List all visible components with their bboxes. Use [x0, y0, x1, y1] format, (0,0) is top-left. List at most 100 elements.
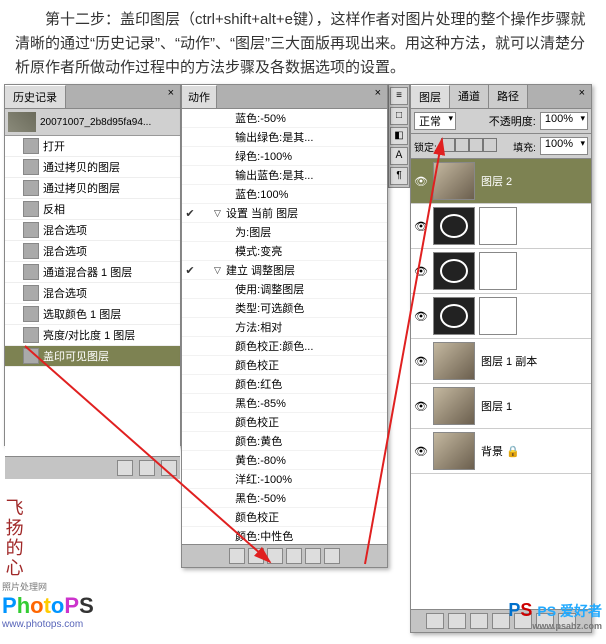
lock-option-icon[interactable]	[483, 138, 497, 152]
history-tab[interactable]: 历史记录	[5, 85, 66, 108]
action-step[interactable]: 绿色:-100%	[182, 147, 387, 166]
history-list[interactable]: 打开通过拷贝的图层通过拷贝的图层反相混合选项混合选项通道混合器 1 图层混合选项…	[5, 136, 180, 456]
fill-value[interactable]: 100%	[540, 137, 588, 155]
actions-list[interactable]: 蓝色:-50% 输出绿色:是其... 绿色:-100% 输出蓝色:是其... 蓝…	[182, 109, 387, 544]
layers-footer-icon[interactable]	[426, 613, 444, 629]
layer-thumb[interactable]	[433, 342, 475, 380]
action-step[interactable]: 黑色:-50%	[182, 489, 387, 508]
lock-option-icon[interactable]	[469, 138, 483, 152]
history-item[interactable]: 混合选项	[5, 283, 180, 304]
action-step[interactable]: 颜色校正	[182, 356, 387, 375]
history-item[interactable]: 混合选项	[5, 241, 180, 262]
layer-thumb[interactable]	[433, 297, 475, 335]
layer-row[interactable]: 👁背景 🔒	[411, 429, 591, 474]
layer-mask-thumb[interactable]	[479, 297, 517, 335]
layer-mask-thumb[interactable]	[479, 207, 517, 245]
layer-row[interactable]: 👁	[411, 249, 591, 294]
action-step[interactable]: 类型:可选颜色	[182, 299, 387, 318]
action-step[interactable]: 输出蓝色:是其...	[182, 166, 387, 185]
lock-option-icon[interactable]	[441, 138, 455, 152]
visibility-eye-icon[interactable]: 👁	[413, 355, 429, 368]
layer-row[interactable]: 👁图层 2	[411, 159, 591, 204]
layer-row[interactable]: 👁	[411, 204, 591, 249]
history-delete-icon[interactable]	[161, 460, 177, 476]
layer-row[interactable]: 👁图层 1 副本	[411, 339, 591, 384]
history-item[interactable]: 亮度/对比度 1 图层	[5, 325, 180, 346]
action-step[interactable]: 蓝色:-50%	[182, 109, 387, 128]
action-step[interactable]: 颜色校正	[182, 413, 387, 432]
layer-thumb[interactable]	[433, 207, 475, 245]
history-new-snapshot-icon[interactable]	[139, 460, 155, 476]
mini-tool-icon[interactable]: ≡	[390, 87, 408, 105]
action-step[interactable]: 颜色:中性色	[182, 527, 387, 544]
layer-thumb[interactable]	[433, 252, 475, 290]
actions-close-icon[interactable]: ×	[369, 85, 387, 108]
action-step[interactable]: ✔▽建立 调整图层	[182, 261, 387, 280]
lock-option-icon[interactable]	[455, 138, 469, 152]
layers-tab-0[interactable]: 图层	[411, 85, 450, 108]
action-step[interactable]: 方法:相对	[182, 318, 387, 337]
history-step-label: 通道混合器 1 图层	[43, 264, 132, 280]
action-step[interactable]: 输出绿色:是其...	[182, 128, 387, 147]
history-item[interactable]: 混合选项	[5, 220, 180, 241]
history-close-icon[interactable]: ×	[162, 85, 180, 108]
mini-tool-icon[interactable]: Ａ	[390, 147, 408, 165]
visibility-eye-icon[interactable]: 👁	[413, 220, 429, 233]
actions-record-icon[interactable]	[248, 548, 264, 564]
actions-new-set-icon[interactable]	[286, 548, 302, 564]
watermark-left: 飞扬的心 照片处理网 PhotoPS www.photops.com	[2, 498, 94, 631]
history-snapshot-row[interactable]: 20071007_2b8d95fa94...	[5, 109, 180, 136]
history-item[interactable]: 通过拷贝的图层	[5, 157, 180, 178]
layers-tab-2[interactable]: 路径	[489, 85, 528, 108]
action-step[interactable]: 黄色:-80%	[182, 451, 387, 470]
history-create-doc-icon[interactable]	[117, 460, 133, 476]
action-expand-icon: ▽	[214, 208, 226, 219]
history-item[interactable]: 选取颜色 1 图层	[5, 304, 180, 325]
layer-thumb[interactable]	[433, 432, 475, 470]
history-item[interactable]: 通道混合器 1 图层	[5, 262, 180, 283]
actions-new-action-icon[interactable]	[305, 548, 321, 564]
action-step[interactable]: 颜色校正:颜色...	[182, 337, 387, 356]
blend-mode-select[interactable]: 正常	[414, 112, 456, 130]
visibility-eye-icon[interactable]: 👁	[413, 445, 429, 458]
mini-tool-icon[interactable]: ¶	[390, 167, 408, 185]
visibility-eye-icon[interactable]: 👁	[413, 310, 429, 323]
visibility-eye-icon[interactable]: 👁	[413, 175, 429, 188]
layers-footer-icon[interactable]	[492, 613, 510, 629]
action-step[interactable]: 为:图层	[182, 223, 387, 242]
history-item[interactable]: 盖印可见图层	[5, 346, 180, 367]
action-step[interactable]: 洋红:-100%	[182, 470, 387, 489]
history-item[interactable]: 通过拷贝的图层	[5, 178, 180, 199]
actions-tab[interactable]: 动作	[182, 85, 217, 108]
layer-thumb[interactable]	[433, 162, 475, 200]
action-step[interactable]: 蓝色:100%	[182, 185, 387, 204]
layer-thumb[interactable]	[433, 387, 475, 425]
actions-play-icon[interactable]	[267, 548, 283, 564]
layer-row[interactable]: 👁	[411, 294, 591, 339]
layer-row[interactable]: 👁图层 1	[411, 384, 591, 429]
actions-stop-icon[interactable]	[229, 548, 245, 564]
history-item[interactable]: 反相	[5, 199, 180, 220]
actions-delete-icon[interactable]	[324, 548, 340, 564]
layers-tab-1[interactable]: 通道	[450, 85, 489, 108]
layers-panel: 图层通道路径× 正常 不透明度: 100% 锁定: 填充: 100% 👁图层 2…	[410, 84, 592, 633]
mini-tool-icon[interactable]: □	[390, 107, 408, 125]
history-item[interactable]: 打开	[5, 136, 180, 157]
action-step-label: 颜色校正	[226, 509, 279, 525]
action-step[interactable]: 颜色校正	[182, 508, 387, 527]
action-step[interactable]: 使用:调整图层	[182, 280, 387, 299]
action-step[interactable]: 黑色:-85%	[182, 394, 387, 413]
action-step[interactable]: 颜色:黄色	[182, 432, 387, 451]
action-step[interactable]: 模式:变亮	[182, 242, 387, 261]
action-step[interactable]: 颜色:红色	[182, 375, 387, 394]
opacity-value[interactable]: 100%	[540, 112, 588, 130]
visibility-eye-icon[interactable]: 👁	[413, 400, 429, 413]
visibility-eye-icon[interactable]: 👁	[413, 265, 429, 278]
mini-tool-icon[interactable]: ◧	[390, 127, 408, 145]
layers-close-icon[interactable]: ×	[573, 85, 591, 108]
layers-list[interactable]: 👁图层 2👁👁👁👁图层 1 副本👁图层 1👁背景 🔒	[411, 159, 591, 609]
layer-mask-thumb[interactable]	[479, 252, 517, 290]
layers-footer-icon[interactable]	[470, 613, 488, 629]
layers-footer-icon[interactable]	[448, 613, 466, 629]
action-step[interactable]: ✔▽设置 当前 图层	[182, 204, 387, 223]
